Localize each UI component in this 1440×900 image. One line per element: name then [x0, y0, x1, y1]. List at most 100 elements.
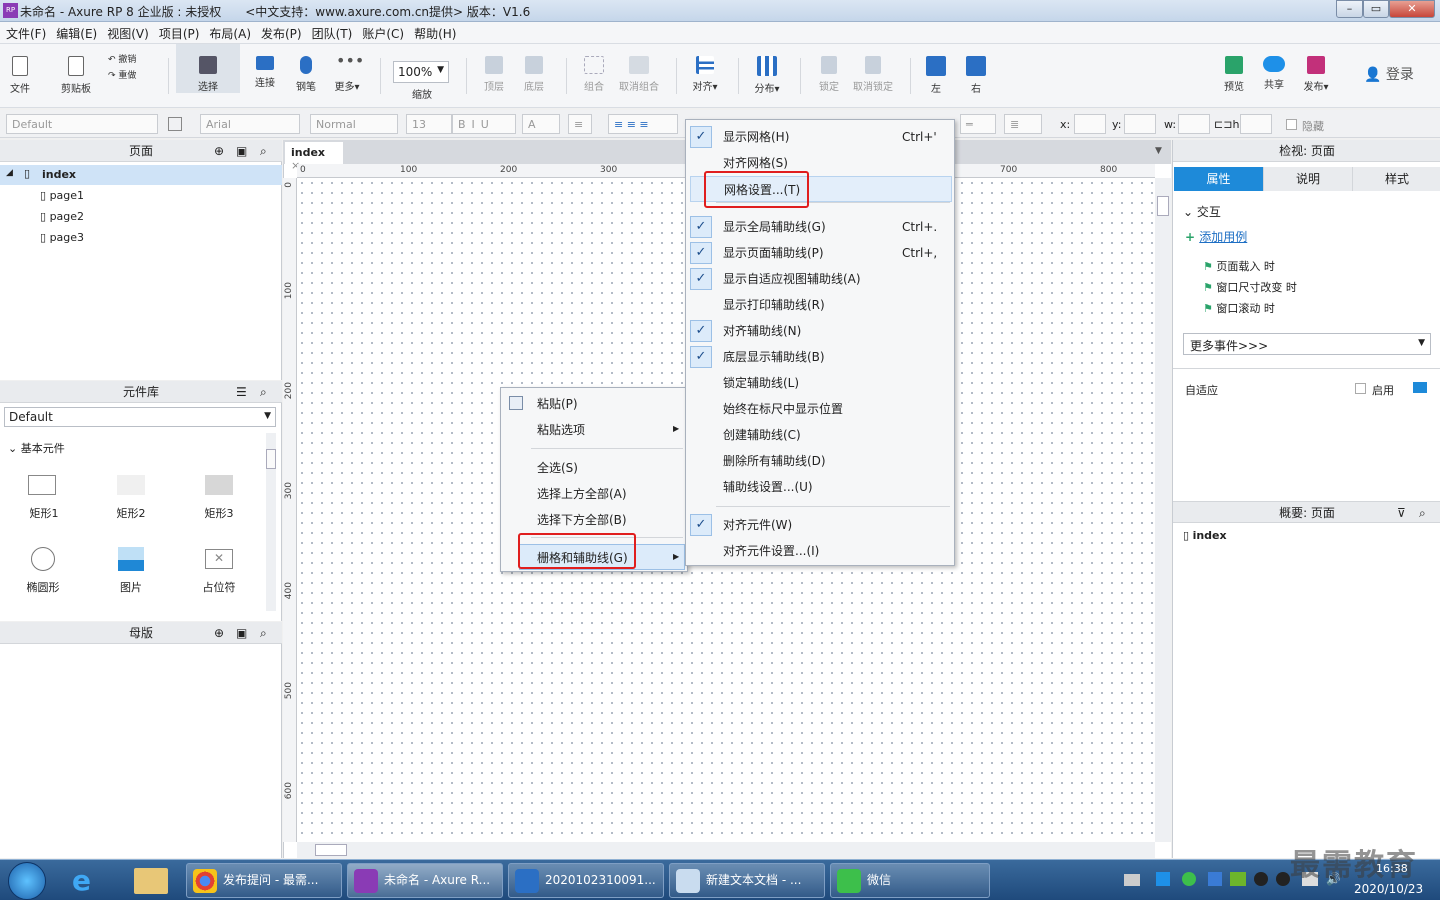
- distribute-button[interactable]: 分布▾: [750, 44, 784, 95]
- submenu-item[interactable]: 删除所有辅助线(D): [686, 448, 954, 474]
- submenu-item[interactable]: ✓ 显示页面辅助线(P) Ctrl+,: [686, 240, 954, 266]
- start-icon[interactable]: [8, 862, 46, 900]
- placeholder-icon[interactable]: ✕: [205, 549, 233, 569]
- submenu-item[interactable]: ✓ 显示全局辅助线(G) Ctrl+.: [686, 214, 954, 240]
- submenu-item[interactable]: ✓ 底层显示辅助线(B): [686, 344, 954, 370]
- add-folder-icon[interactable]: ▣: [236, 140, 247, 162]
- submenu-item[interactable]: ✓ 对齐辅助线(N): [686, 318, 954, 344]
- connect-button[interactable]: 连接: [250, 44, 280, 89]
- undo-button[interactable]: ↶ 撤销: [108, 52, 150, 65]
- ungroup-button[interactable]: 取消组合: [616, 44, 662, 93]
- maximize-icon[interactable]: ▭: [1363, 0, 1389, 18]
- submenu-item[interactable]: 辅助线设置...(U): [686, 474, 954, 500]
- submenu-item[interactable]: 锁定辅助线(L): [686, 370, 954, 396]
- zoom-select[interactable]: 100% ▼: [393, 61, 449, 83]
- menu-team[interactable]: 团队(T): [306, 22, 357, 42]
- select-button[interactable]: 选择: [176, 44, 240, 93]
- keyboard-icon[interactable]: [1124, 874, 1140, 886]
- page-item-page2[interactable]: ▯ page2: [40, 210, 84, 223]
- outline-item-index[interactable]: ▯ index: [1183, 529, 1227, 542]
- page-item-index[interactable]: ◢ ▯ index: [0, 165, 282, 185]
- image-icon[interactable]: [118, 547, 144, 571]
- menu-help[interactable]: 帮助(H): [408, 22, 460, 42]
- lock-ratio-icon[interactable]: ⊏⊐: [1214, 118, 1232, 131]
- library-select[interactable]: Default ▼: [4, 407, 276, 427]
- share-button[interactable]: 共享: [1260, 44, 1288, 91]
- collapse-icon[interactable]: ◢: [6, 168, 13, 178]
- menu-layout[interactable]: 布局(A): [203, 22, 255, 42]
- adaptive-settings-icon[interactable]: [1413, 382, 1427, 393]
- text-align-icons[interactable]: ≡ ≡ ≡: [608, 114, 678, 134]
- menu-item-select-below[interactable]: 选择下方全部(B): [537, 507, 627, 533]
- pen-button[interactable]: 钢笔: [292, 44, 320, 93]
- menu-item-paste[interactable]: 粘贴(P): [537, 391, 578, 417]
- interaction-section[interactable]: ⌄ 交互: [1183, 203, 1221, 220]
- lock-button[interactable]: 锁定: [812, 44, 846, 93]
- bold-italic-underline[interactable]: BIU: [452, 114, 516, 134]
- search-icon[interactable]: ⌕: [260, 622, 267, 644]
- menu-view[interactable]: 视图(V): [101, 22, 153, 42]
- submenu-item[interactable]: 创建辅助线(C): [686, 422, 954, 448]
- event-window-resize[interactable]: ⚑ 窗口尺寸改变 时: [1203, 279, 1297, 295]
- submenu-item[interactable]: ✓ 显示自适应视图辅助线(A): [686, 266, 954, 292]
- more-button[interactable]: ••• 更多▾: [330, 44, 364, 94]
- task-wechat[interactable]: 微信: [830, 863, 990, 898]
- tab-notes[interactable]: 说明: [1263, 167, 1352, 191]
- library-scrollbar[interactable]: [266, 433, 276, 611]
- security-icon[interactable]: [1208, 872, 1222, 886]
- hidden-checkbox[interactable]: [1286, 119, 1297, 130]
- minimize-icon[interactable]: –: [1336, 0, 1363, 18]
- weight-select[interactable]: Normal: [310, 114, 398, 134]
- menu-item-paste-options[interactable]: 粘贴选项: [537, 417, 585, 443]
- top-layer-button[interactable]: 顶层: [478, 44, 510, 93]
- menu-project[interactable]: 项目(P): [153, 22, 204, 42]
- submenu-item[interactable]: ✓ 显示网格(H) Ctrl+': [686, 124, 954, 150]
- preview-button[interactable]: 预览: [1220, 44, 1248, 93]
- unlock-button[interactable]: 取消锁定: [852, 44, 894, 93]
- bottom-layer-button[interactable]: 底层: [518, 44, 550, 93]
- rectangle1-icon[interactable]: [28, 475, 56, 495]
- add-master-icon[interactable]: ⊕: [214, 622, 224, 644]
- chevron-down-icon[interactable]: ▼: [1155, 146, 1162, 156]
- clipboard-button[interactable]: 剪贴板: [56, 44, 96, 95]
- page-item-page3[interactable]: ▯ page3: [40, 231, 84, 244]
- ellipse-icon[interactable]: [31, 547, 55, 571]
- menu-item-select-above[interactable]: 选择上方全部(A): [537, 481, 627, 507]
- rectangle3-icon[interactable]: [205, 475, 233, 495]
- font-select[interactable]: Arial: [200, 114, 300, 134]
- format-painter-icon[interactable]: [168, 117, 182, 131]
- search-icon[interactable]: ⌕: [260, 381, 267, 403]
- qq-icon[interactable]: [1276, 872, 1290, 886]
- tray-app-icon[interactable]: [1156, 872, 1170, 886]
- rectangle2-icon[interactable]: [117, 475, 145, 495]
- submenu-item[interactable]: 对齐元件设置...(I): [686, 538, 954, 564]
- vertical-scrollbar[interactable]: [1155, 178, 1171, 842]
- submenu-item[interactable]: ✓ 对齐元件(W): [686, 512, 954, 538]
- page-item-page1[interactable]: ▯ page1: [40, 189, 84, 202]
- more-events-select[interactable]: 更多事件>>> ▼: [1183, 333, 1431, 355]
- align-button[interactable]: 对齐▾: [688, 44, 722, 93]
- event-page-load[interactable]: ⚑ 页面载入 时: [1203, 258, 1275, 274]
- x-input[interactable]: [1074, 114, 1106, 134]
- task-notepad[interactable]: 新建文本文档 - ...: [669, 863, 825, 898]
- close-icon[interactable]: ✕: [1389, 0, 1435, 18]
- search-icon[interactable]: ⌕: [1419, 502, 1426, 524]
- submenu-item[interactable]: 显示打印辅助线(R): [686, 292, 954, 318]
- menu-account[interactable]: 账户(C): [356, 22, 408, 42]
- menu-file[interactable]: 文件(F): [0, 22, 50, 42]
- publish-button[interactable]: 发布▾: [1298, 44, 1334, 93]
- tab-properties[interactable]: 属性: [1174, 167, 1263, 191]
- adaptive-enable-checkbox[interactable]: [1355, 383, 1366, 394]
- menu-publish[interactable]: 发布(P): [255, 22, 306, 42]
- tab-style[interactable]: 样式: [1352, 167, 1440, 191]
- padding-icon[interactable]: ≣: [1004, 114, 1042, 134]
- redo-button[interactable]: ↷ 重做: [108, 68, 150, 81]
- task-axure[interactable]: 未命名 - Axure R...: [347, 863, 503, 898]
- horizontal-scrollbar[interactable]: [297, 842, 1155, 858]
- border-style-icon[interactable]: ═: [960, 114, 996, 134]
- menu-item-select-all[interactable]: 全选(S): [537, 455, 578, 481]
- menu-edit[interactable]: 编辑(E): [50, 22, 101, 42]
- list-icon[interactable]: ≡: [568, 114, 592, 134]
- w-input[interactable]: [1178, 114, 1210, 134]
- ie-icon[interactable]: e: [72, 866, 104, 896]
